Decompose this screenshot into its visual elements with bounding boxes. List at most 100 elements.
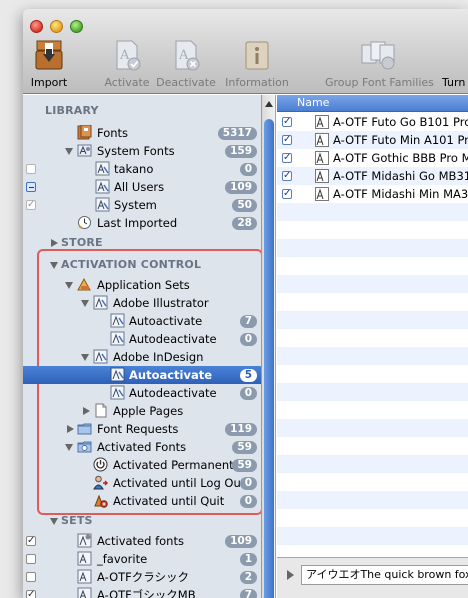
sidebar-item-system-fonts[interactable]: System Fonts 159 xyxy=(23,142,261,160)
font-list-row[interactable]: A-OTF Gothic BBB Pro Me xyxy=(277,149,468,167)
information-button[interactable]: Information xyxy=(224,39,290,89)
font-list-row[interactable]: A-OTF Midashi Min MA31 xyxy=(277,185,468,203)
activation-checkbox[interactable] xyxy=(26,586,36,598)
activate-button[interactable]: A Activate xyxy=(103,39,151,89)
activation-checkbox[interactable] xyxy=(26,164,36,174)
sidebar-item-label: Autodeactivate xyxy=(129,332,217,346)
sidebar-item-set-activated-fonts[interactable]: Activated fonts 109 xyxy=(23,532,261,550)
group-font-families-label: Group Font Families xyxy=(325,76,434,89)
font-activation-checkbox[interactable] xyxy=(282,149,292,167)
sidebar-item-all-users[interactable]: All Users 109 xyxy=(23,178,261,196)
sidebar-item-id-autodeactivate[interactable]: Autodeactivate 0 xyxy=(23,384,261,402)
font-list-row[interactable]: A-OTF Midashi Go MB31 xyxy=(277,167,468,185)
minimize-window-button[interactable] xyxy=(50,20,63,33)
info-icon xyxy=(242,39,272,71)
import-button[interactable]: Import xyxy=(27,39,71,89)
sidebar-item-system[interactable]: System 50 xyxy=(23,196,261,214)
smart-set-icon xyxy=(77,533,92,548)
sidebar-item-set-favorite[interactable]: _favorite 1 xyxy=(23,550,261,568)
sidebar-item-font-requests[interactable]: Font Requests 119 xyxy=(23,420,261,438)
zoom-window-button[interactable] xyxy=(70,20,83,33)
font-name: A-OTF Midashi Min MA31 xyxy=(333,187,468,201)
clock-icon xyxy=(77,215,92,230)
sidebar-item-label: _favorite xyxy=(97,552,148,566)
turn-label: Turn xyxy=(442,76,466,89)
activation-checkbox[interactable] xyxy=(26,532,36,550)
font-list-row[interactable]: A-OTF Futo Go B101 Pro xyxy=(277,113,468,131)
sidebar-item-apple-pages[interactable]: Apple Pages xyxy=(23,402,261,420)
disclosure-triangle-icon[interactable] xyxy=(50,518,58,525)
scrollbar-thumb[interactable] xyxy=(264,119,274,598)
sidebar-item-activated-permanently[interactable]: Activated Permanently 59 xyxy=(23,456,261,474)
font-activation-checkbox[interactable] xyxy=(282,185,292,203)
activation-checkbox[interactable] xyxy=(26,182,36,192)
sidebar-item-application-sets[interactable]: Application Sets xyxy=(23,276,261,294)
activation-checkbox[interactable] xyxy=(26,196,36,214)
activation-checkbox[interactable] xyxy=(26,554,36,564)
autoactivate-icon xyxy=(110,367,125,382)
count-badge: 119 xyxy=(225,423,257,436)
count-badge: 5317 xyxy=(217,127,257,140)
font-activation-checkbox[interactable] xyxy=(282,131,292,149)
disclosure-triangle-icon[interactable] xyxy=(81,354,89,361)
sidebar-item-activated-fonts[interactable]: Activated Fonts 59 xyxy=(23,438,261,456)
sidebar-item-label: System Fonts xyxy=(97,144,175,158)
sidebar-item-label: Application Sets xyxy=(97,278,190,292)
source-list-sidebar: LIBRARY Fonts 5317 System Fonts 159 taka… xyxy=(23,95,262,598)
disclosure-triangle-icon[interactable] xyxy=(51,239,58,247)
sidebar-item-set-aotf-classic[interactable]: A-OTFクラシック 2 xyxy=(23,568,261,586)
deactivate-button[interactable]: A Deactivate xyxy=(155,39,217,89)
count-badge: 59 xyxy=(232,459,257,472)
preview-disclosure-icon[interactable] xyxy=(287,570,294,580)
opentype-font-icon xyxy=(315,133,329,147)
preview-text-field[interactable]: アイウエオThe quick brown fox xyxy=(301,565,468,585)
disclosure-triangle-icon[interactable] xyxy=(67,425,74,433)
sidebar-item-set-aotf-gothic-mb[interactable]: A-OTFゴシックMB 7 xyxy=(23,586,261,598)
sidebar-item-takano[interactable]: takano 0 xyxy=(23,160,261,178)
count-badge: 7 xyxy=(239,315,257,328)
disclosure-triangle-icon[interactable] xyxy=(81,300,89,307)
svg-text:A: A xyxy=(178,48,189,63)
power-icon xyxy=(93,457,108,472)
document-icon xyxy=(93,403,108,418)
deactivate-label: Deactivate xyxy=(156,76,216,89)
disclosure-triangle-icon[interactable] xyxy=(83,407,90,415)
disclosure-triangle-icon[interactable] xyxy=(50,262,58,269)
disclosure-triangle-icon[interactable] xyxy=(65,282,73,289)
app-set-icon xyxy=(93,295,108,310)
sidebar-item-label: Last Imported xyxy=(97,216,178,230)
count-badge: 0 xyxy=(239,163,257,176)
sidebar-item-last-imported[interactable]: Last Imported 28 xyxy=(23,214,261,232)
close-window-button[interactable] xyxy=(30,20,43,33)
sidebar-item-adobe-illustrator[interactable]: Adobe Illustrator xyxy=(23,294,261,312)
system-fonts-icon xyxy=(77,143,92,158)
sidebar-item-ai-autodeactivate[interactable]: Autodeactivate 0 xyxy=(23,330,261,348)
font-activation-checkbox[interactable] xyxy=(282,113,292,131)
sidebar-item-activated-until-quit[interactable]: Activated until Quit 0 xyxy=(23,492,261,510)
sidebar-item-fonts[interactable]: Fonts 5317 xyxy=(23,124,261,142)
sidebar-scrollbar[interactable] xyxy=(262,95,276,598)
sidebar-item-id-autoactivate[interactable]: Autoactivate 5 xyxy=(23,366,261,384)
sidebar-item-adobe-indesign[interactable]: Adobe InDesign xyxy=(23,348,261,366)
activation-checkbox[interactable] xyxy=(26,572,36,582)
sidebar-item-label: Autoactivate xyxy=(129,314,203,328)
turn-button[interactable]: Turn xyxy=(442,39,468,89)
sidebar-item-label: Activated fonts xyxy=(97,534,184,548)
disclosure-triangle-icon[interactable] xyxy=(65,444,73,451)
font-list-row[interactable]: A-OTF Futo Min A101 Pro xyxy=(277,131,468,149)
activation-control-section-header[interactable]: ACTIVATION CONTROL xyxy=(23,256,261,274)
turn-icon xyxy=(442,39,468,71)
empty-row xyxy=(277,239,468,257)
sets-section-header[interactable]: SETS xyxy=(23,512,261,530)
sidebar-item-ai-autoactivate[interactable]: Autoactivate 7 xyxy=(23,312,261,330)
disclosure-triangle-icon[interactable] xyxy=(65,148,73,155)
column-header-name[interactable]: Name xyxy=(277,95,468,112)
group-font-families-button[interactable]: Group Font Families xyxy=(325,39,434,89)
sidebar-item-label: Adobe Illustrator xyxy=(113,296,209,310)
font-activation-checkbox[interactable] xyxy=(282,167,292,185)
scroll-up-arrow-icon[interactable] xyxy=(265,101,273,107)
sidebar-item-activated-until-logout[interactable]: Activated until Log Out 0 xyxy=(23,474,261,492)
font-list: Name A-OTF Futo Go B101 Pro A-OTF Futo M… xyxy=(277,95,468,598)
empty-row xyxy=(277,419,468,437)
sidebar-item-label: Activated Fonts xyxy=(97,440,187,454)
